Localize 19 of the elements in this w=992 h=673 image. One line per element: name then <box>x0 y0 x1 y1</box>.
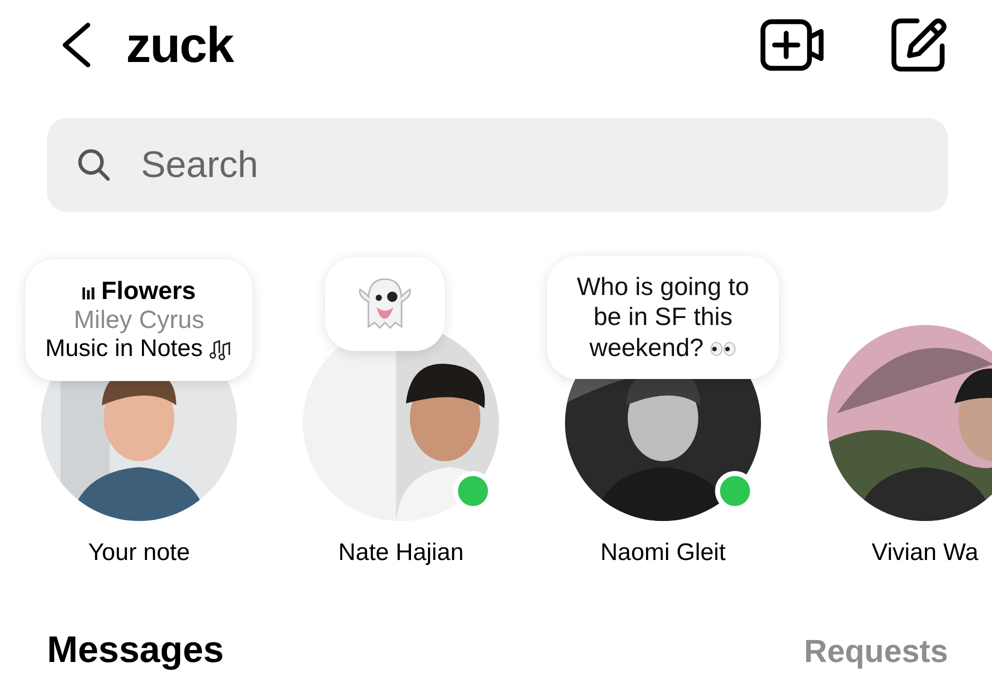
note-text: Who is going to be in SF this weekend? <box>576 272 750 363</box>
compose-icon[interactable] <box>890 17 948 73</box>
search-field[interactable]: Search <box>47 118 948 212</box>
song-title: Flowers <box>101 277 196 306</box>
back-icon[interactable] <box>60 22 92 68</box>
contact-name[interactable]: Nate Hajian <box>338 539 464 567</box>
account-title: zuck <box>126 16 234 74</box>
note-tooltip[interactable]: Flowers Miley Cyrus Music in Notes <box>25 259 253 381</box>
note-caption: Music in Notes <box>45 335 203 363</box>
contact-name[interactable]: Your note <box>88 539 190 567</box>
messages-heading: Messages <box>47 629 224 671</box>
video-plus-icon[interactable] <box>760 18 826 72</box>
note-tooltip[interactable]: Who is going to be in SF this weekend? <box>547 256 779 379</box>
contact-name[interactable]: Vivian Wa <box>872 539 978 567</box>
music-notes-icon <box>208 337 233 361</box>
contact-name[interactable]: Naomi Gleit <box>600 539 726 567</box>
search-icon <box>77 148 111 182</box>
eyes-icon <box>710 342 736 356</box>
artist-name: Miley Cyrus <box>74 306 204 335</box>
